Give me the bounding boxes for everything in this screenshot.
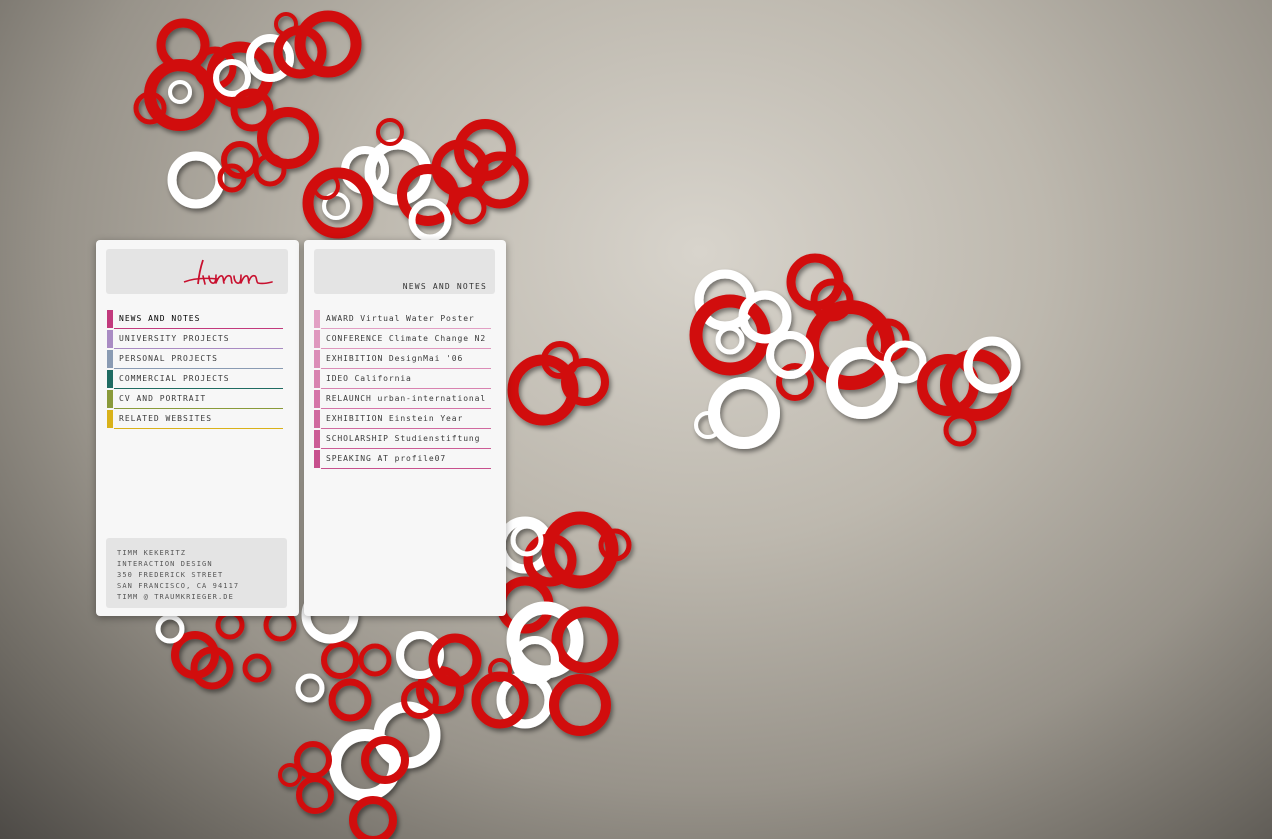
white-ring — [168, 80, 192, 104]
news-color-marker — [314, 350, 320, 368]
news-item[interactable]: RELAUNCH urban-international — [314, 389, 491, 409]
menu-color-marker — [107, 330, 113, 348]
menu-item-cv-and-portrait[interactable]: CV AND PORTRAIT — [107, 389, 283, 409]
news-item-label: SCHOLARSHIP Studienstiftung — [326, 434, 481, 443]
red-ring — [321, 641, 359, 679]
menu-item-news-and-notes[interactable]: NEWS AND NOTES — [107, 309, 283, 329]
red-ring — [294, 741, 332, 779]
menu-color-marker — [107, 350, 113, 368]
white-ring — [295, 673, 325, 703]
red-ring — [358, 643, 392, 677]
red-ring — [278, 763, 302, 787]
red-ring — [328, 678, 372, 722]
red-ring — [453, 191, 487, 225]
address-name: TIMM KEKERITZ — [117, 549, 187, 557]
news-header: NEWS AND NOTES — [314, 249, 495, 294]
news-item[interactable]: EXHIBITION Einstein Year — [314, 409, 491, 429]
red-ring — [549, 674, 611, 736]
news-item-label: SPEAKING AT profile07 — [326, 454, 447, 463]
news-color-marker — [314, 450, 320, 468]
red-ring — [242, 653, 272, 683]
address-email[interactable]: TIMM @ TRAUMKRIEGER.DE — [117, 593, 234, 601]
white-ring — [155, 614, 185, 644]
news-color-marker — [314, 390, 320, 408]
news-item-label: CONFERENCE Climate Change N2 — [326, 334, 487, 343]
white-ring — [167, 151, 225, 209]
news-item[interactable]: IDEO California — [314, 369, 491, 389]
menu-item-label: RELATED WEBSITES — [119, 414, 213, 423]
news-panel: NEWS AND NOTES AWARD Virtual Water Poste… — [304, 240, 506, 616]
red-ring — [215, 610, 245, 640]
news-panel-title: NEWS AND NOTES — [402, 282, 487, 291]
address-city: SAN FRANCISCO, CA 94117 — [117, 582, 240, 590]
timm-logo[interactable] — [178, 254, 278, 290]
menu-color-marker — [107, 410, 113, 428]
menu-item-commercial-projects[interactable]: COMMERCIAL PROJECTS — [107, 369, 283, 389]
news-item[interactable]: SCHOLARSHIP Studienstiftung — [314, 429, 491, 449]
menu-color-marker — [107, 370, 113, 388]
menu-item-label: PERSONAL PROJECTS — [119, 354, 218, 363]
menu-item-label: NEWS AND NOTES — [119, 314, 201, 323]
menu-item-personal-projects[interactable]: PERSONAL PROJECTS — [107, 349, 283, 369]
white-ring — [708, 377, 780, 449]
menu-divider — [114, 428, 283, 429]
news-divider — [321, 468, 491, 469]
news-item-label: RELAUNCH urban-international — [326, 394, 487, 403]
news-item-label: AWARD Virtual Water Poster — [326, 314, 475, 323]
white-ring — [715, 325, 745, 355]
red-ring — [296, 776, 334, 814]
menu-item-label: CV AND PORTRAIT — [119, 394, 207, 403]
red-ring — [349, 796, 397, 839]
news-item-label: IDEO California — [326, 374, 412, 383]
news-list: AWARD Virtual Water Poster CONFERENCE Cl… — [314, 309, 491, 469]
news-color-marker — [314, 430, 320, 448]
news-color-marker — [314, 410, 320, 428]
navigation-panel: NEWS AND NOTES UNIVERSITY PROJECTS PERSO… — [96, 240, 299, 616]
menu-item-label: COMMERCIAL PROJECTS — [119, 374, 230, 383]
address-title: INTERACTION DESIGN — [117, 560, 213, 568]
menu-color-marker — [107, 390, 113, 408]
red-ring — [943, 413, 977, 447]
red-ring — [294, 10, 362, 78]
menu-item-university-projects[interactable]: UNIVERSITY PROJECTS — [107, 329, 283, 349]
main-menu: NEWS AND NOTES UNIVERSITY PROJECTS PERSO… — [107, 309, 283, 429]
menu-item-label: UNIVERSITY PROJECTS — [119, 334, 230, 343]
news-item-label: EXHIBITION Einstein Year — [326, 414, 464, 423]
news-item[interactable]: SPEAKING AT profile07 — [314, 449, 491, 469]
news-color-marker — [314, 310, 320, 328]
news-item[interactable]: CONFERENCE Climate Change N2 — [314, 329, 491, 349]
red-ring — [551, 606, 619, 674]
menu-color-marker — [107, 310, 113, 328]
news-color-marker — [314, 330, 320, 348]
contact-address: TIMM KEKERITZ INTERACTION DESIGN 350 FRE… — [106, 538, 287, 608]
news-color-marker — [314, 370, 320, 388]
news-item-label: EXHIBITION DesignMai '06 — [326, 354, 464, 363]
news-item[interactable]: AWARD Virtual Water Poster — [314, 309, 491, 329]
news-item[interactable]: EXHIBITION DesignMai '06 — [314, 349, 491, 369]
logo-header — [106, 249, 288, 294]
address-street: 350 FREDERICK STREET — [117, 571, 224, 579]
menu-item-related-websites[interactable]: RELATED WEBSITES — [107, 409, 283, 429]
